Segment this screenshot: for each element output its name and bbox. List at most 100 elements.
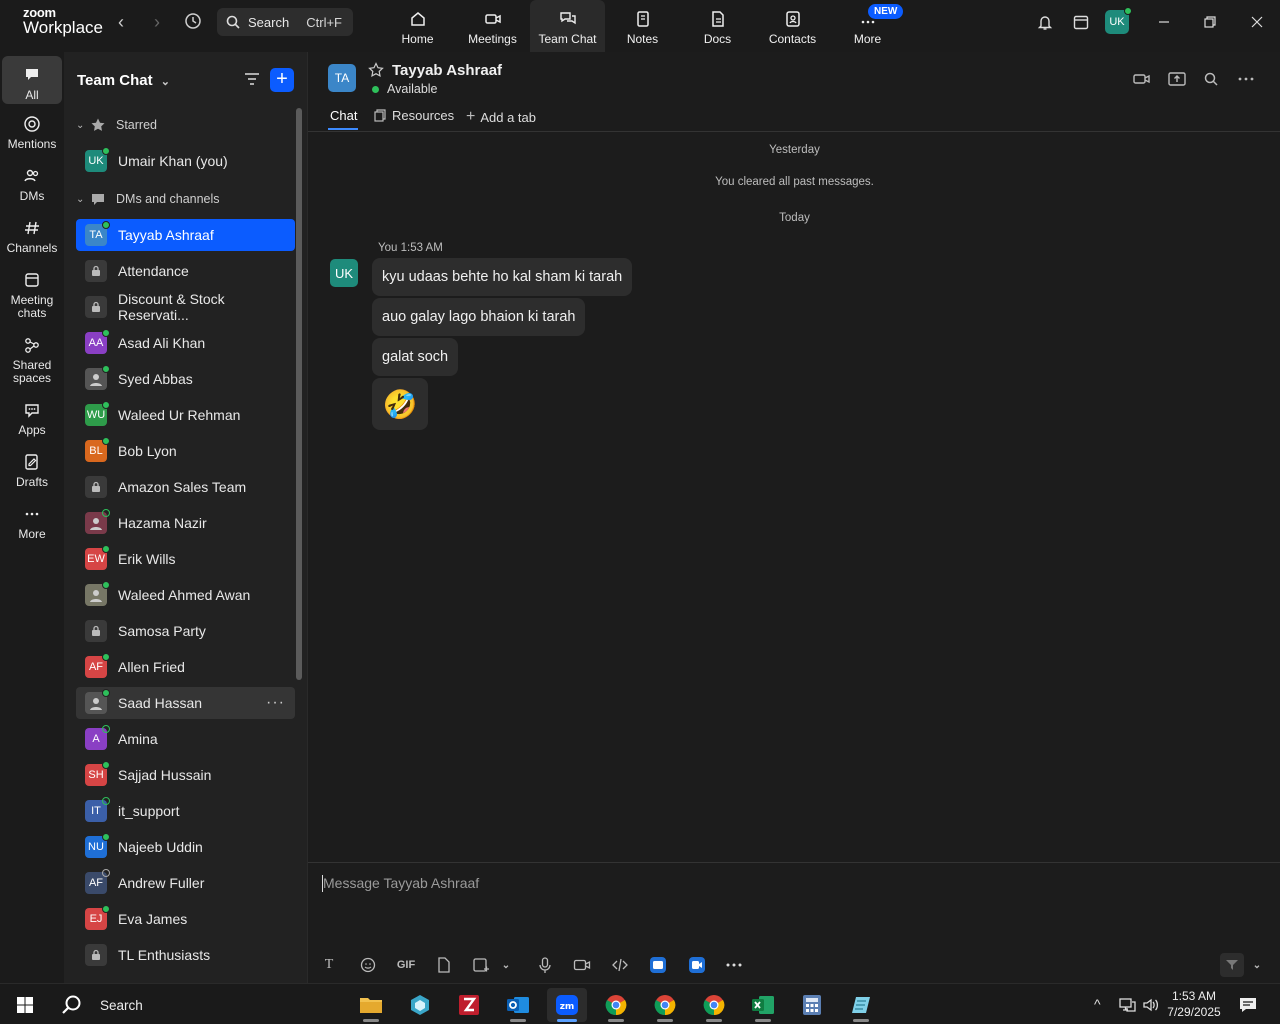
more-options-icon[interactable] (725, 956, 743, 974)
message-bubble[interactable]: auo galay lago bhaion ki tarah (372, 298, 586, 336)
rail-apps[interactable]: Apps (2, 401, 62, 437)
rail-meeting-chats[interactable]: Meeting chats (2, 271, 62, 320)
filezilla-icon[interactable] (449, 988, 489, 1022)
emoji-message[interactable]: 🤣 (372, 378, 428, 430)
user-avatar[interactable]: UK (1105, 7, 1132, 34)
list-item[interactable]: AF Andrew Fuller (76, 867, 295, 899)
file-explorer-icon[interactable] (351, 988, 391, 1022)
send-button[interactable] (1220, 953, 1244, 977)
list-item[interactable]: NU Najeeb Uddin (76, 831, 295, 863)
chrome-profile-icon[interactable] (694, 988, 734, 1022)
calculator-icon[interactable] (792, 988, 832, 1022)
emoji-icon[interactable] (359, 956, 377, 974)
chrome-icon[interactable] (596, 988, 636, 1022)
file-icon[interactable] (435, 956, 453, 974)
rail-mentions[interactable]: Mentions (2, 115, 62, 151)
chevron-down-icon[interactable]: ⌄ (497, 956, 515, 974)
clock[interactable]: 1:53 AM 7/29/2025 (1166, 988, 1222, 1020)
tab-chat[interactable]: Chat (330, 108, 357, 123)
list-item[interactable]: BL Bob Lyon (76, 435, 295, 467)
nav-notes[interactable]: Notes (605, 0, 680, 52)
list-item[interactable]: Saad Hassan ··· (76, 687, 295, 719)
list-item[interactable]: AA Asad Ali Khan (76, 327, 295, 359)
filter-icon[interactable] (243, 70, 261, 88)
bell-icon[interactable] (1025, 0, 1065, 44)
close-icon[interactable] (1237, 0, 1277, 44)
list-item[interactable]: Waleed Ahmed Awan (76, 579, 295, 611)
zoom-meeting-app-icon[interactable] (688, 956, 706, 974)
video-message-icon[interactable] (573, 956, 591, 974)
list-item[interactable]: A Amina (76, 723, 295, 755)
search-icon[interactable] (1201, 70, 1221, 88)
starred-section[interactable]: ⌄ Starred (76, 117, 157, 133)
chevron-up-icon[interactable]: ^ (1094, 996, 1101, 1012)
rail-drafts[interactable]: Drafts (2, 453, 62, 489)
chrome-profile-icon[interactable] (645, 988, 685, 1022)
list-item[interactable]: AF Allen Fried (76, 651, 295, 683)
text-format-icon[interactable]: T (320, 956, 338, 974)
notifications-icon[interactable] (1238, 995, 1258, 1015)
list-item[interactable]: Attendance (76, 255, 295, 287)
nav-team-chat[interactable]: Team Chat (530, 0, 605, 52)
restore-icon[interactable] (1190, 0, 1230, 44)
nav-meetings[interactable]: Meetings (455, 0, 530, 52)
forward-arrow-icon[interactable]: › (146, 12, 168, 34)
rail-shared-spaces[interactable]: Shared spaces (2, 336, 62, 385)
message-bubble[interactable]: galat soch (372, 338, 459, 376)
zoom-app-icon[interactable] (649, 956, 667, 974)
sidebar-scrollbar[interactable] (296, 108, 302, 680)
nav-more[interactable]: More NEW (830, 0, 905, 52)
list-item[interactable]: EW Erik Wills (76, 543, 295, 575)
share-screen-icon[interactable] (1167, 70, 1187, 88)
calendar-icon[interactable] (1061, 0, 1101, 44)
rail-all[interactable]: All (2, 56, 62, 104)
tab-add[interactable]: + Add a tab (466, 108, 536, 126)
nav-contacts[interactable]: Contacts (755, 0, 830, 52)
list-item[interactable]: SH Sajjad Hussain (76, 759, 295, 791)
notepad-icon[interactable] (841, 988, 881, 1022)
list-item[interactable]: Amazon Sales Team (76, 471, 295, 503)
list-item[interactable]: IT it_support (76, 795, 295, 827)
video-call-icon[interactable] (1132, 70, 1152, 88)
list-item[interactable]: Syed Abbas (76, 363, 295, 395)
minimize-icon[interactable] (1144, 0, 1184, 44)
rail-channels[interactable]: Channels (2, 219, 62, 255)
excel-icon[interactable] (743, 988, 783, 1022)
outlook-icon[interactable] (498, 988, 538, 1022)
nav-home[interactable]: Home (380, 0, 455, 52)
more-options-icon[interactable] (1236, 70, 1256, 88)
gif-icon[interactable]: GIF (396, 956, 416, 974)
app-icon[interactable] (400, 988, 440, 1022)
screenshot-icon[interactable] (472, 956, 490, 974)
history-icon[interactable] (182, 12, 204, 34)
zoom-taskbar-icon[interactable]: zm (547, 988, 587, 1022)
dms-section[interactable]: ⌄ DMs and channels (76, 191, 220, 207)
starred-item[interactable]: UK Umair Khan (you) (76, 145, 295, 177)
microphone-icon[interactable] (536, 956, 554, 974)
message-composer[interactable]: Message Tayyab Ashraaf T GIF ⌄ ⌄ (308, 862, 1280, 983)
list-item[interactable]: Hazama Nazir (76, 507, 295, 539)
taskbar-search[interactable]: Search (55, 988, 345, 1022)
list-item[interactable]: Samosa Party (76, 615, 295, 647)
search-box[interactable]: Search Ctrl+F (217, 8, 353, 36)
chevron-down-icon[interactable]: ⌄ (1248, 956, 1266, 974)
windows-start-icon[interactable] (5, 988, 45, 1022)
list-item[interactable]: EJ Eva James (76, 903, 295, 935)
network-icon[interactable] (1118, 996, 1136, 1014)
rail-dms[interactable]: DMs (2, 167, 62, 203)
list-item[interactable]: TL Enthusiasts (76, 939, 295, 971)
list-item[interactable]: TA Tayyab Ashraaf (76, 219, 295, 251)
back-arrow-icon[interactable]: ‹ (110, 12, 132, 34)
volume-icon[interactable] (1142, 996, 1160, 1014)
rail-more[interactable]: More (2, 505, 62, 541)
sender-avatar[interactable]: UK (330, 259, 358, 287)
star-outline-icon[interactable] (368, 62, 384, 78)
more-options-icon[interactable]: ··· (266, 694, 285, 712)
contact-avatar[interactable]: TA (328, 64, 356, 92)
tab-resources[interactable]: Resources (373, 108, 454, 123)
contact-name[interactable]: Tayyab Ashraaf (392, 62, 502, 79)
sidebar-title[interactable]: Team Chat ⌄ (77, 72, 170, 89)
list-item[interactable]: Discount & Stock Reservati... (76, 291, 295, 323)
code-snippet-icon[interactable] (611, 956, 629, 974)
message-bubble[interactable]: kyu udaas behte ho kal sham ki tarah (372, 258, 633, 296)
